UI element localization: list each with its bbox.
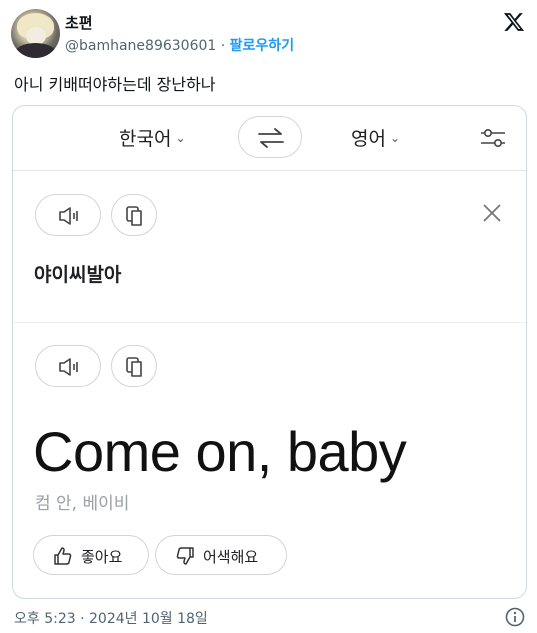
like-button[interactable]: 좋아요 [33,535,149,575]
speaker-icon [59,358,78,376]
avatar[interactable] [11,9,60,58]
language-bar: 한국어 ⌄ 영어 ⌄ [13,106,526,171]
x-logo-icon[interactable] [503,11,525,33]
copy-icon [126,206,142,226]
target-language-select[interactable]: 영어 ⌄ [351,124,400,151]
source-text[interactable]: 야이씨발아 [34,260,121,287]
pronunciation-text: 컴 안, 베이비 [35,494,130,514]
target-language-label: 영어 [351,128,386,150]
copy-source-button[interactable] [111,194,157,236]
user-handle[interactable]: @bamhane89630601 [65,38,216,54]
tweet-text: 아니 키배떠야하는데 장난하나 [14,75,216,94]
source-language-label: 한국어 [119,128,172,150]
settings-sliders-icon [481,128,505,148]
target-panel: Come on, baby 컴 안, 베이비 좋아요 어색해요 [13,322,526,598]
follow-button[interactable]: 팔로우하기 [230,38,294,54]
copy-target-button[interactable] [111,345,157,387]
separator: · [216,38,230,54]
speaker-icon [59,207,78,225]
chevron-down-icon: ⌄ [175,131,186,145]
handle-line: @bamhane89630601 · 팔로우하기 [65,35,294,55]
chevron-down-icon: ⌄ [389,131,401,145]
source-panel: 야이씨발아 [13,172,526,322]
translator-card[interactable]: 한국어 ⌄ 영어 ⌄ 야이씨발아 Come on, baby 컴 안, 베이비 … [12,105,527,599]
awkward-button[interactable]: 어색해요 [155,535,287,575]
settings-button[interactable] [479,126,507,150]
source-language-select[interactable]: 한국어 ⌄ [119,124,186,151]
copy-icon [126,357,142,377]
awkward-label: 어색해요 [203,548,259,566]
thumbs-up-icon [54,547,72,565]
thumbs-down-icon [176,547,194,565]
speak-source-button[interactable] [35,194,101,236]
like-label: 좋아요 [81,548,123,566]
info-icon[interactable] [505,607,525,627]
speak-target-button[interactable] [35,345,101,387]
tweet-header: 초편 @bamhane89630601 · 팔로우하기 [11,9,531,59]
tweet-timestamp[interactable]: 오후 5:23 · 2024년 10월 18일 [14,608,208,628]
swap-icon [258,128,284,148]
display-name[interactable]: 초편 [65,12,93,33]
close-icon[interactable] [481,202,503,224]
swap-languages-button[interactable] [238,116,302,158]
translated-text: Come on, baby [33,420,407,483]
